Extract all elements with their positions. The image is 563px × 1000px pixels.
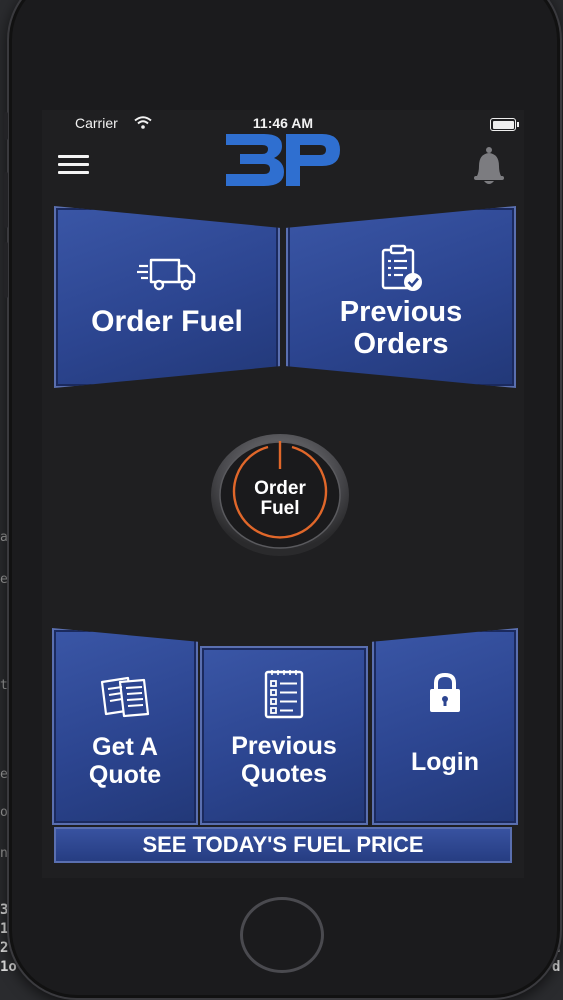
delivery-truck-icon [56,254,278,294]
clock: 11:46 AM [252,115,314,131]
home-button[interactable] [240,897,324,973]
order-fuel-tile[interactable]: Order Fuel [54,206,280,388]
login-label: Login [410,748,480,776]
volume-up-button [4,172,8,228]
get-a-quote-label-line1: Get A [92,733,158,761]
power-button-label-line2: Fuel [260,497,300,519]
volume-down-button [4,242,8,298]
previous-orders-tile[interactable]: Previous Orders [286,206,516,388]
app-screen: Carrier 11:46 AM Order Fuel Previous Ord… [42,110,524,878]
previous-orders-label: Previous Orders [288,296,514,361]
previous-quotes-label-line1: Previous [231,732,337,760]
power-button-label: Order Fuel [210,479,350,519]
hamburger-menu-icon[interactable] [58,155,89,175]
get-a-quote-label: Get A Quote [54,733,196,789]
previous-quotes-label: Previous Quotes [202,732,366,788]
see-todays-fuel-price-button[interactable]: SEE TODAY'S FUEL PRICE [54,827,512,863]
previous-orders-label-line1: Previous [339,296,463,328]
bell-icon[interactable] [471,146,507,186]
previous-orders-label-line2: Orders [353,328,449,361]
login-tile[interactable]: Login [372,628,518,825]
checklist-icon [202,668,366,720]
lock-icon [374,672,516,714]
clipboard-check-icon [288,244,514,294]
bp-logo [226,134,340,186]
documents-icon [54,674,196,720]
get-a-quote-label-line2: Quote [88,761,162,789]
order-fuel-power-button[interactable]: Order Fuel [210,433,350,557]
previous-quotes-tile[interactable]: Previous Quotes [200,646,368,825]
power-button-label-line1: Order [254,478,306,499]
get-a-quote-tile[interactable]: Get A Quote [52,628,198,825]
battery-icon [490,118,519,131]
order-fuel-label: Order Fuel [91,305,243,338]
mute-switch [4,112,8,140]
previous-quotes-label-line2: Quotes [240,760,328,788]
